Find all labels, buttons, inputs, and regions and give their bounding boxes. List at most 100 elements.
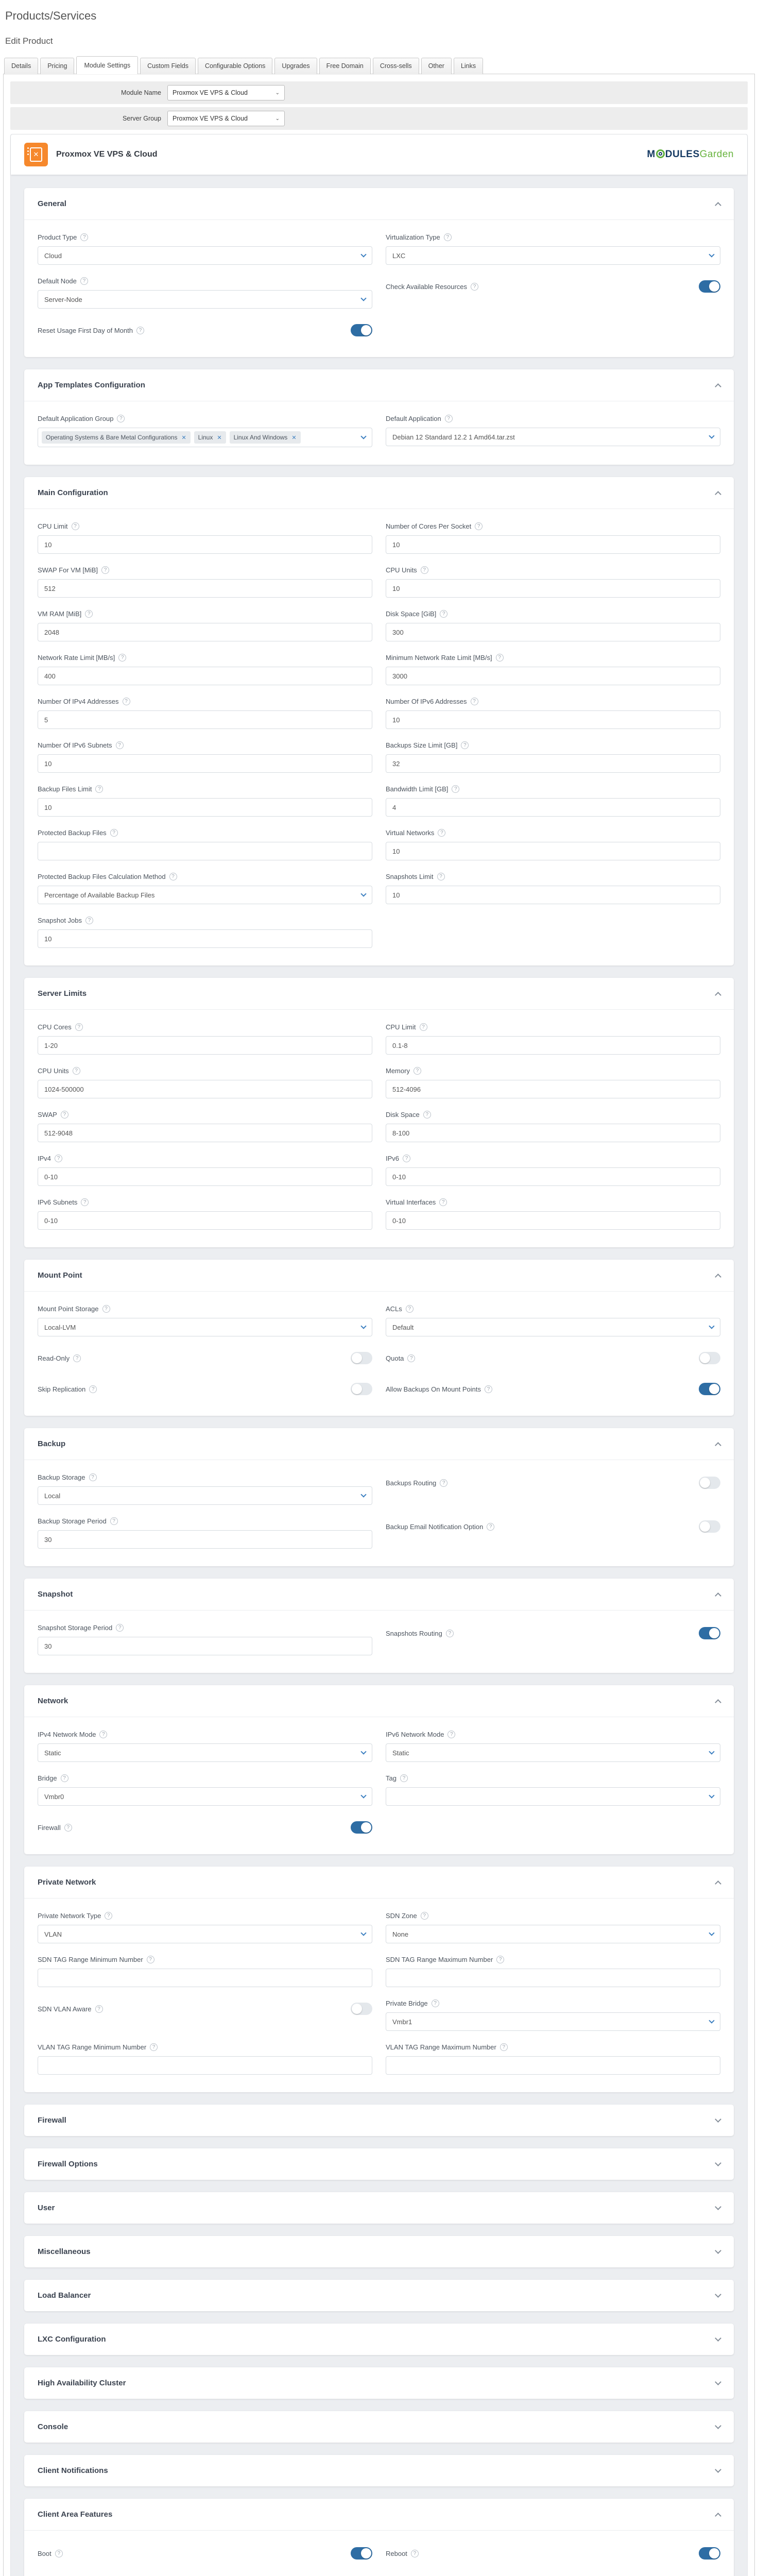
tab-cross-sells[interactable]: Cross-sells [373,58,419,74]
cpu-cores-input[interactable] [38,1036,372,1055]
help-icon: ? [452,785,459,793]
sdn-tag-range-maximum-number-input[interactable] [386,1969,720,1987]
section-header[interactable]: App Templates Configuration [24,369,734,401]
tag-remove-icon[interactable]: ✕ [217,434,221,441]
virtual-networks-input[interactable] [386,842,720,860]
snapshots-routing-toggle[interactable] [699,1627,720,1639]
sdn-tag-range-minimum-number-input[interactable] [38,1969,372,1987]
section-header[interactable]: Network [24,1685,734,1717]
tab-other[interactable]: Other [421,58,452,74]
backup-files-limit-input[interactable] [38,798,372,817]
ipv6-network-mode-select[interactable]: Static [386,1743,720,1762]
cpu-units-input[interactable] [38,1080,372,1098]
tab-links[interactable]: Links [454,58,483,74]
section-header[interactable]: User [24,2192,734,2224]
section-header[interactable]: General [24,188,734,220]
skip-replication-toggle[interactable] [351,1383,372,1395]
number-of-ipv6-subnets-input[interactable] [38,754,372,773]
ipv4-input[interactable] [38,1167,372,1186]
allow-backups-on-mount-points-toggle[interactable] [699,1383,720,1395]
cpu-units-input[interactable] [386,579,720,598]
snapshots-limit-input[interactable] [386,886,720,904]
boot-toggle[interactable] [351,2547,372,2560]
disk-space-gib-input[interactable] [386,623,720,641]
cpu-limit-input[interactable] [386,1036,720,1055]
sdn-zone-select[interactable]: None [386,1925,720,1943]
section-header[interactable]: Private Network [24,1867,734,1899]
vlan-tag-range-maximum-number-input[interactable] [386,2056,720,2075]
default-node-select[interactable]: Server-Node [38,290,372,309]
firewall-toggle[interactable] [351,1821,372,1834]
backup-email-notification-option-toggle[interactable] [699,1520,720,1533]
vm-ram-mib-input[interactable] [38,623,372,641]
backup-storage-select[interactable]: Local [38,1486,372,1505]
sdn-vlan-aware-toggle[interactable] [351,2003,372,2015]
tab-module-settings[interactable]: Module Settings [76,56,138,74]
section-header[interactable]: Client Notifications [24,2455,734,2486]
server-group-select[interactable]: Proxmox VE VPS & Cloud⌄ [167,111,285,126]
field-label: Number Of IPv6 Subnets? [38,741,372,749]
number-of-cores-per-socket-input[interactable] [386,535,720,554]
protected-backup-files-calculation-method-select[interactable]: Percentage of Available Backup Files [38,886,372,904]
swap-for-vm-mib-input[interactable] [38,579,372,598]
reboot-toggle[interactable] [699,2547,720,2560]
module-name-select[interactable]: Proxmox VE VPS & Cloud⌄ [167,85,285,100]
network-rate-limit-mb-s-input[interactable] [38,667,372,685]
tab-pricing[interactable]: Pricing [40,58,74,74]
vlan-tag-range-minimum-number-input[interactable] [38,2056,372,2075]
tab-free-domain[interactable]: Free Domain [319,58,371,74]
virtual-interfaces-input[interactable] [386,1211,720,1230]
cpu-limit-input[interactable] [38,535,372,554]
section-header[interactable]: LXC Configuration [24,2324,734,2355]
field-label: Mount Point Storage? [38,1305,372,1313]
snapshot-storage-period-input[interactable] [38,1637,372,1655]
quota-toggle[interactable] [699,1352,720,1364]
disk-space-input[interactable] [386,1124,720,1142]
section-header[interactable]: Backup [24,1428,734,1460]
tag-select[interactable] [386,1787,720,1806]
tag-remove-icon[interactable]: ✕ [291,434,296,441]
swap-input[interactable] [38,1124,372,1142]
ipv6-subnets-input[interactable] [38,1211,372,1230]
acls-select[interactable]: Default [386,1318,720,1336]
section-header[interactable]: Firewall Options [24,2148,734,2180]
number-of-ipv4-addresses-input[interactable] [38,710,372,729]
ipv4-network-mode-select[interactable]: Static [38,1743,372,1762]
protected-backup-files-input[interactable] [38,842,372,860]
virtualization-type-select[interactable]: LXC [386,246,720,265]
reset-usage-first-day-of-month-toggle[interactable] [351,324,372,336]
bridge-select[interactable]: Vmbr0 [38,1787,372,1806]
default-application-select[interactable]: Debian 12 Standard 12.2 1 Amd64.tar.zst [386,428,720,446]
private-bridge-select[interactable]: Vmbr1 [386,2012,720,2031]
section-header[interactable]: Firewall [24,2105,734,2136]
snapshot-jobs-input[interactable] [38,929,372,948]
section-header[interactable]: Console [24,2411,734,2443]
default-application-group-multiselect[interactable]: Operating Systems & Bare Metal Configura… [38,428,372,447]
section-header[interactable]: Load Balancer [24,2280,734,2311]
minimum-network-rate-limit-mb-s-input[interactable] [386,667,720,685]
backup-storage-period-input[interactable] [38,1530,372,1549]
tab-upgrades[interactable]: Upgrades [274,58,317,74]
backups-size-limit-gb-input[interactable] [386,754,720,773]
tab-details[interactable]: Details [4,58,38,74]
backups-routing-toggle[interactable] [699,1477,720,1489]
section-header[interactable]: Client Area Features [24,2499,734,2531]
tab-configurable-options[interactable]: Configurable Options [198,58,272,74]
check-available-resources-toggle[interactable] [699,280,720,293]
bandwidth-limit-gb-input[interactable] [386,798,720,817]
section-header[interactable]: Main Configuration [24,477,734,509]
section-header[interactable]: Mount Point [24,1260,734,1292]
mount-point-storage-select[interactable]: Local-LVM [38,1318,372,1336]
private-network-type-select[interactable]: VLAN [38,1925,372,1943]
section-header[interactable]: Miscellaneous [24,2236,734,2267]
ipv6-input[interactable] [386,1167,720,1186]
read-only-toggle[interactable] [351,1352,372,1364]
memory-input[interactable] [386,1080,720,1098]
product-type-select[interactable]: Cloud [38,246,372,265]
number-of-ipv6-addresses-input[interactable] [386,710,720,729]
section-header[interactable]: Server Limits [24,978,734,1010]
tag-remove-icon[interactable]: ✕ [181,434,186,441]
section-header[interactable]: Snapshot [24,1579,734,1611]
tab-custom-fields[interactable]: Custom Fields [140,58,196,74]
section-header[interactable]: High Availability Cluster [24,2367,734,2399]
